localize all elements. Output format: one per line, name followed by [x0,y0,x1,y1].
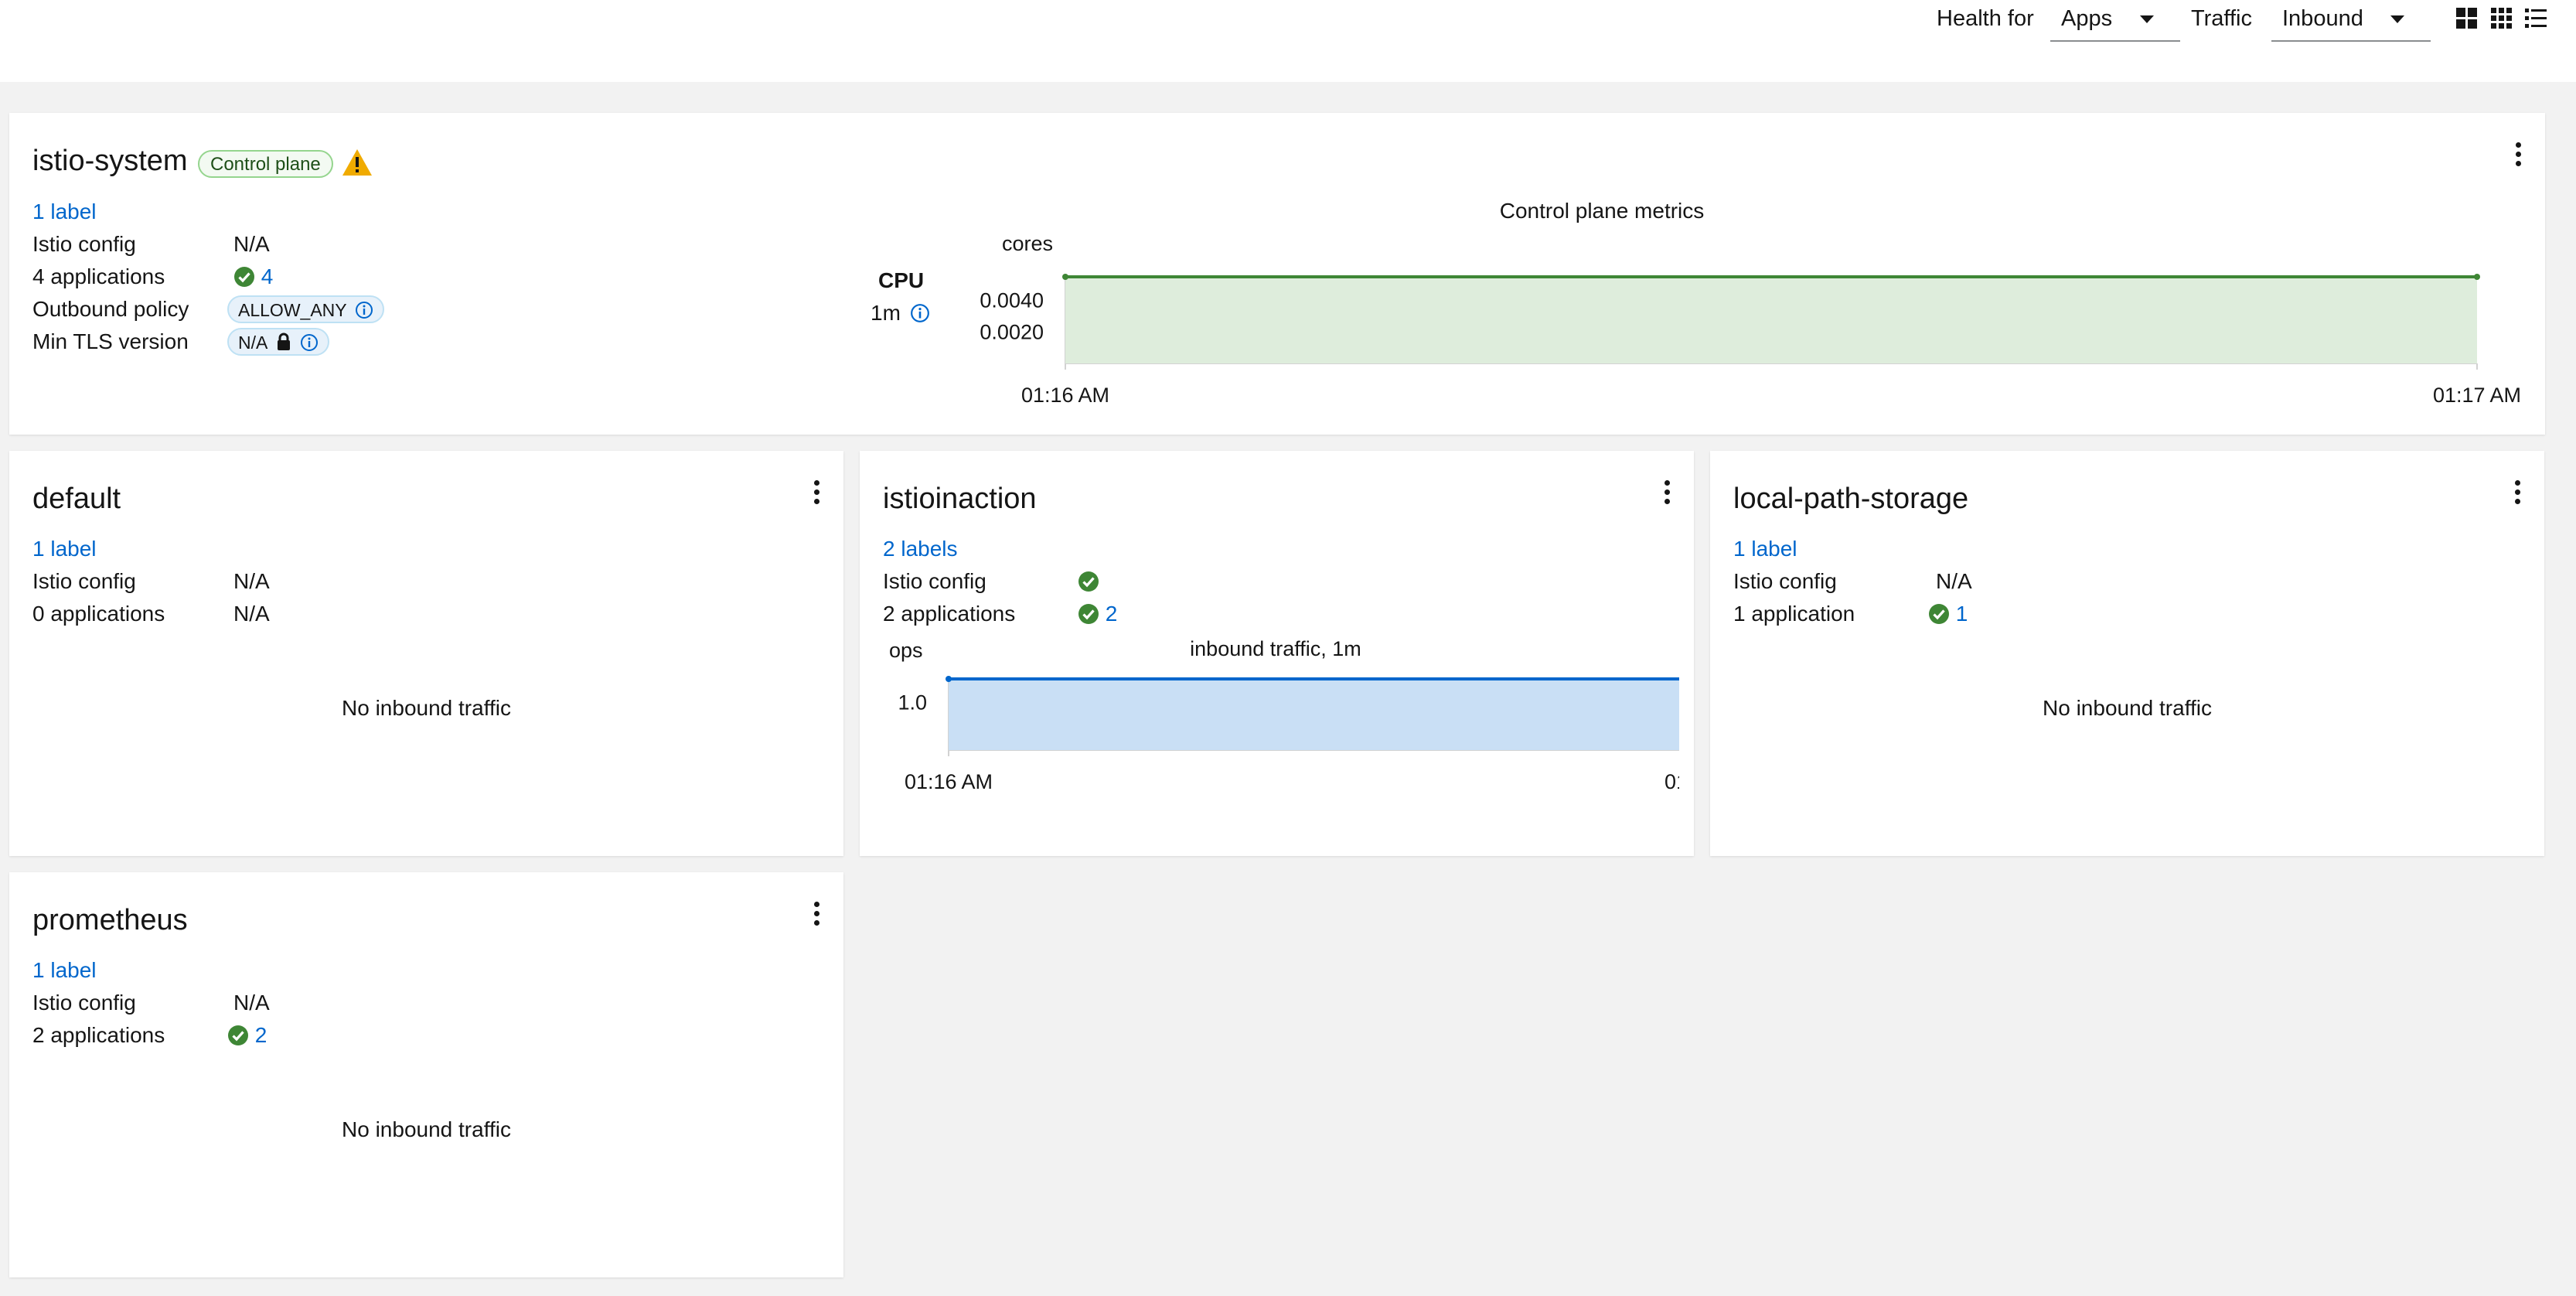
kebab-menu-icon[interactable] [1663,480,1671,506]
traffic-select[interactable]: Inbound [2271,0,2431,42]
labels-link[interactable]: 1 label [1733,536,1797,562]
caret-down-icon [2140,15,2154,23]
inbound-traffic-chart: ops inbound traffic, 1m 1.0 01:16 AM 01:17… [889,637,1679,793]
data-point [2474,274,2480,280]
applications-label: 1 application [1733,602,1855,626]
check-circle-icon [1078,604,1099,624]
namespace-title[interactable]: default [32,482,121,516]
applications-count-link[interactable]: 4 [261,264,274,288]
outbound-policy-badge: ALLOW_ANY [227,295,384,323]
namespace-card-default: default 1 label Istio config N/A 0 appli… [9,451,843,856]
namespace-title[interactable]: istio-system [32,144,188,178]
interval-label: 1m [871,300,930,326]
applications-count-link[interactable]: 2 [1106,602,1118,626]
istio-config-value: N/A [233,569,270,593]
applications-count-link[interactable]: 2 [255,1023,267,1047]
health-for-value: Apps [2061,6,2113,31]
applications-status: 4 [233,264,273,290]
y-tick-label: 1.0 [898,691,927,715]
min-tls-label: Min TLS version [32,329,189,353]
health-for-select[interactable]: Apps [2050,0,2180,42]
kebab-menu-icon[interactable] [2514,142,2522,169]
istio-config-status [1078,568,1099,595]
applications-status: 1 [1928,601,1968,627]
chart-title: inbound traffic, 1m [1190,637,1361,660]
info-circle-icon[interactable] [300,333,319,352]
grid-small-icon[interactable] [2491,7,2513,29]
check-circle-icon [228,1025,248,1045]
y-tick-label: 0.0040 [980,289,1044,312]
x-tick-label: 01:16 AM [905,770,993,793]
istio-config-label: Istio config [32,569,136,593]
applications-status: 2 [1078,601,1117,627]
applications-label: 2 applications [32,1023,165,1047]
labels-link[interactable]: 1 label [32,957,97,984]
x-tick-label: 01:17 AM [2433,384,2521,407]
namespace-card-istio-system: istio-system Control plane 1 label Istio… [9,113,2545,435]
grid-large-icon[interactable] [2456,7,2478,29]
applications-label: 4 applications [32,264,165,288]
list-icon[interactable] [2525,7,2547,29]
applications-label: 0 applications [32,602,165,626]
no-traffic-message: No inbound traffic [342,1117,511,1141]
istio-config-label: Istio config [883,569,986,593]
istio-config-value: N/A [233,991,270,1015]
info-circle-icon[interactable] [910,303,930,323]
applications-label: 2 applications [883,602,1016,626]
check-circle-icon [1078,571,1099,592]
kebab-menu-icon[interactable] [2513,480,2521,506]
warning-triangle-icon[interactable] [342,148,373,176]
info-circle-icon[interactable] [355,301,373,319]
min-tls-badge: N/A [227,328,329,356]
istio-config-label: Istio config [1733,569,1837,593]
x-tick-label: 01:16 AM [1021,384,1109,407]
series-area [1065,277,2477,363]
data-point [1062,274,1068,280]
interval-value: 1m [871,301,901,325]
no-traffic-message: No inbound traffic [2043,696,2212,720]
no-traffic-message: No inbound traffic [342,696,511,720]
kebab-menu-icon[interactable] [813,480,820,506]
x-tick-label: 01:17 AM [1665,770,1679,793]
applications-count-link[interactable]: 1 [1956,602,1968,626]
namespace-card-istioinaction: istioinaction 2 labels Istio config 2 ap… [860,451,1694,856]
metrics-title: Control plane metrics [1499,199,1705,223]
istio-config-value: N/A [233,232,270,256]
namespace-title[interactable]: prometheus [32,903,188,937]
namespace-title[interactable]: local-path-storage [1733,482,1968,516]
cpu-label: CPU [878,268,925,292]
labels-link[interactable]: 1 label [32,536,97,562]
traffic-label: Traffic [2191,6,2252,31]
kebab-menu-icon[interactable] [813,902,820,928]
namespace-card-local-path-storage: local-path-storage 1 label Istio config … [1710,451,2544,856]
istio-config-label: Istio config [32,232,136,256]
y-tick-label: 0.0020 [980,320,1044,343]
y-axis-label: cores [1002,232,1053,255]
istio-config-value: N/A [1936,569,1972,593]
labels-link[interactable]: 2 labels [883,536,958,562]
outbound-policy-value: ALLOW_ANY [238,300,347,320]
series-area [949,679,1679,750]
y-axis-label: ops [889,639,923,662]
applications-status: 2 [227,1022,267,1049]
istio-config-label: Istio config [32,991,136,1015]
caret-down-icon [2390,15,2404,23]
namespace-title[interactable]: istioinaction [883,482,1037,516]
labels-link[interactable]: 1 label [32,199,97,225]
check-circle-icon [234,267,254,287]
control-plane-badge: Control plane [198,150,333,178]
toolbar: Health for Apps Traffic Inbound [0,0,2576,82]
lock-icon [278,333,291,350]
traffic-value: Inbound [2282,6,2363,31]
data-point [946,676,952,682]
min-tls-value: N/A [238,333,267,353]
cpu-chart: cores 0.0040 0.0020 01:16 AM 01:17 AM [980,232,2521,407]
check-circle-icon [1929,604,1949,624]
namespace-card-prometheus: prometheus 1 label Istio config N/A 2 ap… [9,872,843,1277]
health-for-label: Health for [1937,6,2034,31]
applications-value: N/A [233,602,270,626]
outbound-policy-label: Outbound policy [32,297,189,321]
